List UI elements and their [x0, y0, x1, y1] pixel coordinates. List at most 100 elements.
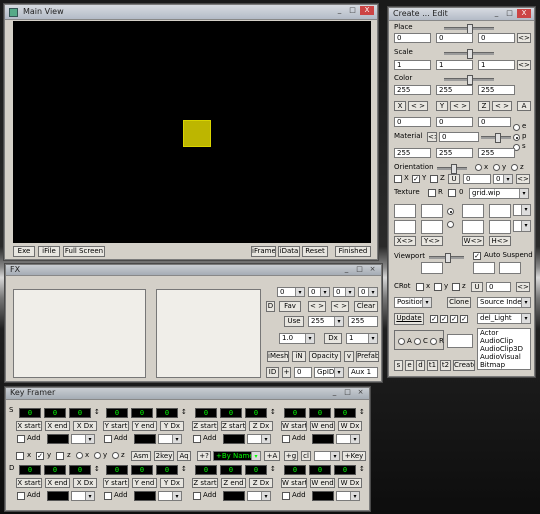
kf-dx-button[interactable]: Y Dx: [160, 421, 184, 431]
tex-radio-1[interactable]: [447, 208, 454, 215]
material-field[interactable]: 0: [439, 132, 479, 142]
crot-field[interactable]: 0: [486, 282, 511, 292]
material-r[interactable]: 255: [394, 148, 431, 158]
kf-add-select[interactable]: [247, 491, 271, 501]
kf-add-check[interactable]: [17, 435, 25, 443]
color-g[interactable]: 255: [436, 85, 473, 95]
by-name-select[interactable]: +By Name: [213, 451, 261, 461]
source-select[interactable]: Source Inde: [477, 297, 531, 308]
close-icon[interactable]: ×: [355, 388, 366, 397]
tex-field-7[interactable]: [462, 220, 484, 234]
radio-a[interactable]: [398, 338, 405, 345]
place-x[interactable]: 0: [394, 33, 431, 43]
kf-start-button[interactable]: Z start: [192, 421, 218, 431]
maximize-icon[interactable]: □: [347, 6, 358, 15]
kf-y-check[interactable]: ✓: [36, 452, 44, 460]
kf-end-button[interactable]: W end: [310, 478, 335, 488]
scale-z[interactable]: 1: [478, 60, 515, 70]
kf-add-check[interactable]: [193, 435, 201, 443]
kf-add-select[interactable]: [336, 491, 360, 501]
kf-value-field[interactable]: 0: [156, 408, 178, 418]
maximize-icon[interactable]: □: [354, 265, 365, 274]
2key-button[interactable]: 2key: [154, 451, 174, 461]
tex-field-6[interactable]: [421, 220, 443, 234]
tex-select-3[interactable]: [513, 220, 531, 232]
texture-check[interactable]: [448, 189, 456, 197]
crot-check-3[interactable]: [452, 283, 460, 291]
kf-start-button[interactable]: X start: [16, 478, 42, 488]
crot-check-1[interactable]: [416, 283, 424, 291]
kf-start-button[interactable]: W start: [281, 478, 307, 488]
radio-r[interactable]: [430, 338, 437, 345]
create-button[interactable]: Create: [453, 360, 475, 371]
kf-value-field[interactable]: 0: [245, 465, 267, 475]
fx-scale-select[interactable]: 1.0: [279, 333, 315, 344]
update-check-2[interactable]: ✓: [440, 315, 448, 323]
s-button[interactable]: s: [394, 360, 403, 371]
kf-value-field[interactable]: 0: [106, 408, 128, 418]
kf-add-check[interactable]: [17, 492, 25, 500]
kf-add-select[interactable]: [336, 434, 360, 444]
kf-value-field[interactable]: 0: [284, 465, 306, 475]
place-z[interactable]: 0: [478, 33, 515, 43]
material-b[interactable]: 255: [478, 148, 515, 158]
fx-arrows-2[interactable]: < >: [331, 301, 349, 312]
kf-value-field[interactable]: 0: [106, 465, 128, 475]
kf-value-field[interactable]: 0: [69, 465, 91, 475]
kf-end-button[interactable]: Y end: [132, 478, 157, 488]
material-g[interactable]: 255: [436, 148, 473, 158]
kf-x-check[interactable]: [16, 452, 24, 460]
aux-field[interactable]: Aux 1: [348, 367, 378, 378]
check-z[interactable]: [430, 175, 438, 183]
texture-select[interactable]: grid.wip: [469, 188, 529, 199]
kf-start-button[interactable]: Y start: [103, 421, 129, 431]
kf-spin-icon[interactable]: ↕: [181, 465, 187, 474]
fx-dx-select[interactable]: 1: [346, 333, 378, 344]
kf-z-check[interactable]: [56, 452, 64, 460]
kf-value-field[interactable]: 0: [334, 408, 356, 418]
iframe-button[interactable]: iFrame: [251, 246, 276, 257]
row4-field-1[interactable]: 0: [394, 117, 431, 127]
t1-button[interactable]: t1: [427, 360, 438, 371]
light-select[interactable]: del_Light: [477, 313, 531, 324]
imesh-button[interactable]: iMesh: [267, 351, 289, 362]
gpid-select[interactable]: GpID: [314, 367, 344, 378]
list-item[interactable]: AudioClip: [480, 337, 530, 345]
check-x[interactable]: [394, 175, 402, 183]
scale-slider[interactable]: [444, 49, 494, 59]
kf-add-check[interactable]: [282, 435, 290, 443]
kf-dx-button[interactable]: X Dx: [73, 421, 97, 431]
acr-field[interactable]: [447, 334, 473, 348]
kf-add-check[interactable]: [193, 492, 201, 500]
kf-dx-button[interactable]: W Dx: [338, 478, 362, 488]
in-button[interactable]: iN: [292, 351, 306, 362]
list-item[interactable]: Bitmap: [480, 361, 530, 369]
kf-spin-icon[interactable]: ↕: [94, 408, 100, 417]
kf-add-field[interactable]: [312, 491, 334, 501]
orient-y-radio[interactable]: [493, 164, 500, 171]
kf-dx-button[interactable]: Z Dx: [249, 421, 273, 431]
crot-arrows[interactable]: <>: [516, 282, 530, 292]
tex-x-button[interactable]: X<>: [394, 236, 416, 246]
help-button[interactable]: +?: [197, 451, 211, 461]
viewport-slider[interactable]: [429, 253, 464, 263]
viewport-field-3[interactable]: [499, 262, 521, 274]
fx-plus-button[interactable]: +: [282, 367, 291, 378]
kf-add-field[interactable]: [47, 434, 69, 444]
viewport-field-2[interactable]: [473, 262, 495, 274]
tex-select-2[interactable]: [513, 204, 531, 216]
tex-y-button[interactable]: Y<>: [421, 236, 443, 246]
u-select[interactable]: 0: [493, 174, 513, 184]
maximize-icon[interactable]: □: [342, 388, 353, 397]
kf-value-field[interactable]: 0: [309, 408, 331, 418]
update-check-1[interactable]: ✓: [430, 315, 438, 323]
fx-field-2[interactable]: 0: [308, 287, 330, 297]
viewport-canvas[interactable]: [13, 21, 371, 243]
ifile-button[interactable]: iFile: [38, 246, 60, 257]
kf-dx-button[interactable]: Z Dx: [249, 478, 273, 488]
scale-y[interactable]: 1: [436, 60, 473, 70]
viewport-field-1[interactable]: [421, 262, 443, 274]
minimize-icon[interactable]: _: [334, 6, 345, 15]
minimize-icon[interactable]: _: [341, 265, 352, 274]
idata-button[interactable]: iData: [278, 246, 300, 257]
